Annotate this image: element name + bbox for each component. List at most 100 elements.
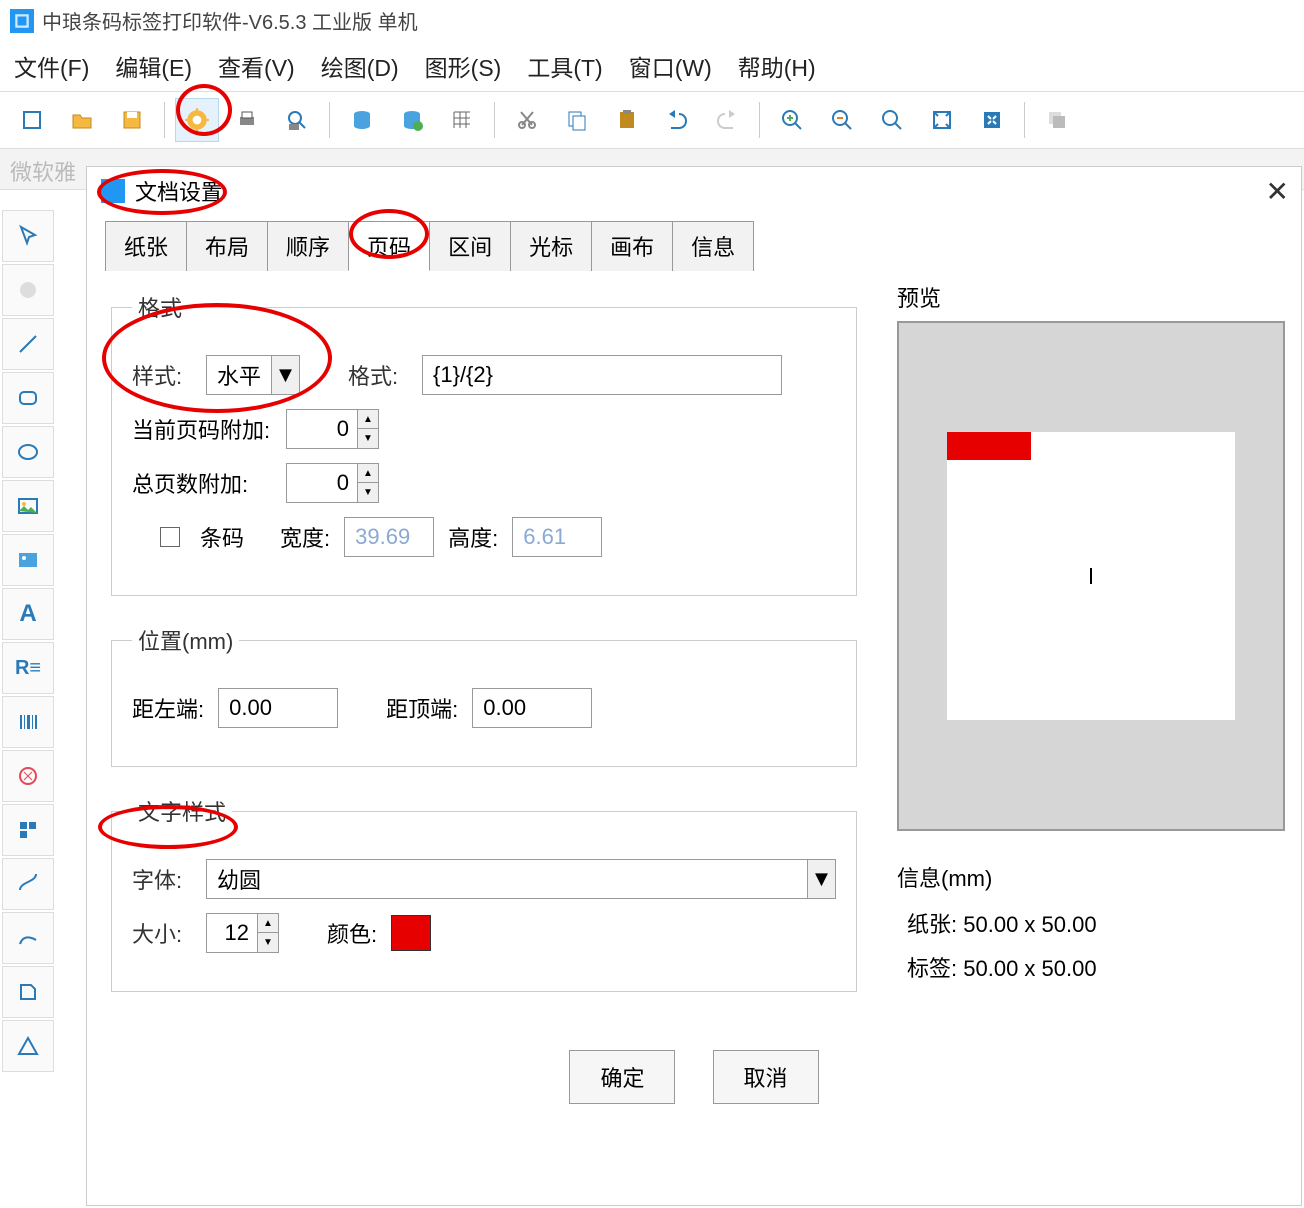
open-icon[interactable] bbox=[60, 98, 104, 142]
layers-icon[interactable] bbox=[1035, 98, 1079, 142]
ellipse-tool-icon[interactable] bbox=[2, 426, 54, 478]
size-label: 大小: bbox=[132, 917, 192, 949]
titlebar: 中琅条码标签打印软件-V6.5.3 工业版 单机 bbox=[0, 0, 1304, 41]
tab-canvas[interactable]: 画布 bbox=[591, 221, 673, 271]
roundrect-tool-icon[interactable] bbox=[2, 372, 54, 424]
tool-palette: A R≡ bbox=[0, 208, 56, 1074]
tab-cursor[interactable]: 光标 bbox=[510, 221, 592, 271]
chevron-down-icon[interactable]: ▼ bbox=[271, 356, 299, 394]
fit-icon[interactable] bbox=[920, 98, 964, 142]
menu-file[interactable]: 文件(F) bbox=[14, 49, 89, 83]
left-label: 距左端: bbox=[132, 692, 204, 724]
format-fieldset: 格式 样式: 水平 ▼ 格式: 当前页码附加: ▲▼ bbox=[111, 291, 857, 596]
totalpage-spinner[interactable]: ▲▼ bbox=[286, 463, 379, 503]
new-icon[interactable] bbox=[10, 98, 54, 142]
font-hint: 微软雅 bbox=[10, 160, 76, 185]
pointer-tool-icon[interactable] bbox=[2, 210, 54, 262]
richtext-tool-icon[interactable]: R≡ bbox=[2, 642, 54, 694]
zoom-reset-icon[interactable] bbox=[870, 98, 914, 142]
tab-order[interactable]: 顺序 bbox=[267, 221, 349, 271]
menubar: 文件(F) 编辑(E) 查看(V) 绘图(D) 图形(S) 工具(T) 窗口(W… bbox=[0, 41, 1304, 91]
left-input[interactable] bbox=[218, 688, 338, 728]
cut-icon[interactable] bbox=[505, 98, 549, 142]
format-legend: 格式 bbox=[132, 291, 188, 323]
style-label: 样式: bbox=[132, 359, 192, 391]
zoom-out-icon[interactable] bbox=[820, 98, 864, 142]
menu-window[interactable]: 窗口(W) bbox=[629, 49, 712, 83]
tab-page-number[interactable]: 页码 bbox=[348, 221, 430, 271]
dialog-tabs: 纸张 布局 顺序 页码 区间 光标 画布 信息 bbox=[87, 221, 1301, 271]
polygon-tool-icon[interactable] bbox=[2, 966, 54, 1018]
redo-icon[interactable] bbox=[705, 98, 749, 142]
preview-title: 预览 bbox=[897, 281, 1285, 313]
barcode-label: 条码 bbox=[200, 521, 244, 553]
info-paper: 纸张: 50.00 x 50.00 bbox=[907, 907, 1285, 939]
color-label: 颜色: bbox=[327, 917, 377, 949]
arc-tool-icon[interactable] bbox=[2, 912, 54, 964]
menu-view[interactable]: 查看(V) bbox=[218, 49, 295, 83]
text-tool-icon[interactable]: A bbox=[2, 588, 54, 640]
shape-tool-icon[interactable] bbox=[2, 750, 54, 802]
top-input[interactable] bbox=[472, 688, 592, 728]
line-tool-icon[interactable] bbox=[2, 318, 54, 370]
curpage-spinner[interactable]: ▲▼ bbox=[286, 409, 379, 449]
info-title: 信息(mm) bbox=[897, 861, 1285, 893]
fit-page-icon[interactable] bbox=[970, 98, 1014, 142]
style-select[interactable]: 水平 ▼ bbox=[206, 355, 300, 395]
textstyle-legend: 文字样式 bbox=[132, 795, 232, 827]
copy-icon[interactable] bbox=[555, 98, 599, 142]
format-label: 格式: bbox=[348, 359, 408, 391]
position-legend: 位置(mm) bbox=[132, 624, 239, 656]
menu-shape[interactable]: 图形(S) bbox=[425, 49, 502, 83]
color-swatch[interactable] bbox=[391, 915, 431, 951]
dialog-title-text: 文档设置 bbox=[135, 175, 223, 207]
save-icon[interactable] bbox=[110, 98, 154, 142]
barcode-checkbox[interactable] bbox=[160, 527, 180, 547]
settings-gear-icon[interactable] bbox=[175, 98, 219, 142]
picture-tool-icon[interactable] bbox=[2, 534, 54, 586]
main-toolbar bbox=[0, 91, 1304, 148]
menu-tool[interactable]: 工具(T) bbox=[527, 49, 602, 83]
ok-button[interactable]: 确定 bbox=[569, 1050, 675, 1104]
chevron-down-icon[interactable]: ▼ bbox=[807, 860, 835, 898]
width-label: 宽度: bbox=[280, 521, 330, 553]
print-icon[interactable] bbox=[225, 98, 269, 142]
menu-edit[interactable]: 编辑(E) bbox=[115, 49, 192, 83]
print-preview-icon[interactable] bbox=[275, 98, 319, 142]
close-icon[interactable]: ✕ bbox=[1266, 175, 1289, 208]
barcode-width-input[interactable] bbox=[344, 517, 434, 557]
image-tool-icon[interactable] bbox=[2, 480, 54, 532]
database-refresh-icon[interactable] bbox=[390, 98, 434, 142]
tab-info[interactable]: 信息 bbox=[672, 221, 754, 271]
database-icon[interactable] bbox=[340, 98, 384, 142]
qrcode-tool-icon[interactable] bbox=[2, 804, 54, 856]
dialog-icon bbox=[101, 179, 125, 203]
position-fieldset: 位置(mm) 距左端: 距顶端: bbox=[111, 624, 857, 767]
barcode-tool-icon[interactable] bbox=[2, 696, 54, 748]
hand-tool-icon[interactable] bbox=[2, 264, 54, 316]
height-label: 高度: bbox=[448, 521, 498, 553]
curve-tool-icon[interactable] bbox=[2, 858, 54, 910]
dialog-titlebar: 文档设置 ✕ bbox=[87, 167, 1301, 215]
undo-icon[interactable] bbox=[655, 98, 699, 142]
textstyle-fieldset: 文字样式 字体: 幼圆 ▼ 大小: ▲▼ 颜色: bbox=[111, 795, 857, 992]
zoom-in-icon[interactable] bbox=[770, 98, 814, 142]
top-label: 距顶端: bbox=[386, 692, 458, 724]
preview-canvas bbox=[947, 432, 1235, 720]
format-input[interactable] bbox=[422, 355, 782, 395]
barcode-height-input[interactable] bbox=[512, 517, 602, 557]
menu-help[interactable]: 帮助(H) bbox=[738, 49, 816, 83]
cancel-button[interactable]: 取消 bbox=[713, 1050, 819, 1104]
app-icon bbox=[10, 9, 34, 33]
tab-layout[interactable]: 布局 bbox=[186, 221, 268, 271]
paste-icon[interactable] bbox=[605, 98, 649, 142]
preview-box bbox=[897, 321, 1285, 831]
size-spinner[interactable]: ▲▼ bbox=[206, 913, 279, 953]
font-select[interactable]: 幼圆 ▼ bbox=[206, 859, 836, 899]
menu-draw[interactable]: 绘图(D) bbox=[321, 49, 399, 83]
grid-icon[interactable] bbox=[440, 98, 484, 142]
tab-paper[interactable]: 纸张 bbox=[105, 221, 187, 271]
tab-range[interactable]: 区间 bbox=[429, 221, 511, 271]
info-label: 标签: 50.00 x 50.00 bbox=[907, 951, 1285, 983]
triangle-tool-icon[interactable] bbox=[2, 1020, 54, 1072]
